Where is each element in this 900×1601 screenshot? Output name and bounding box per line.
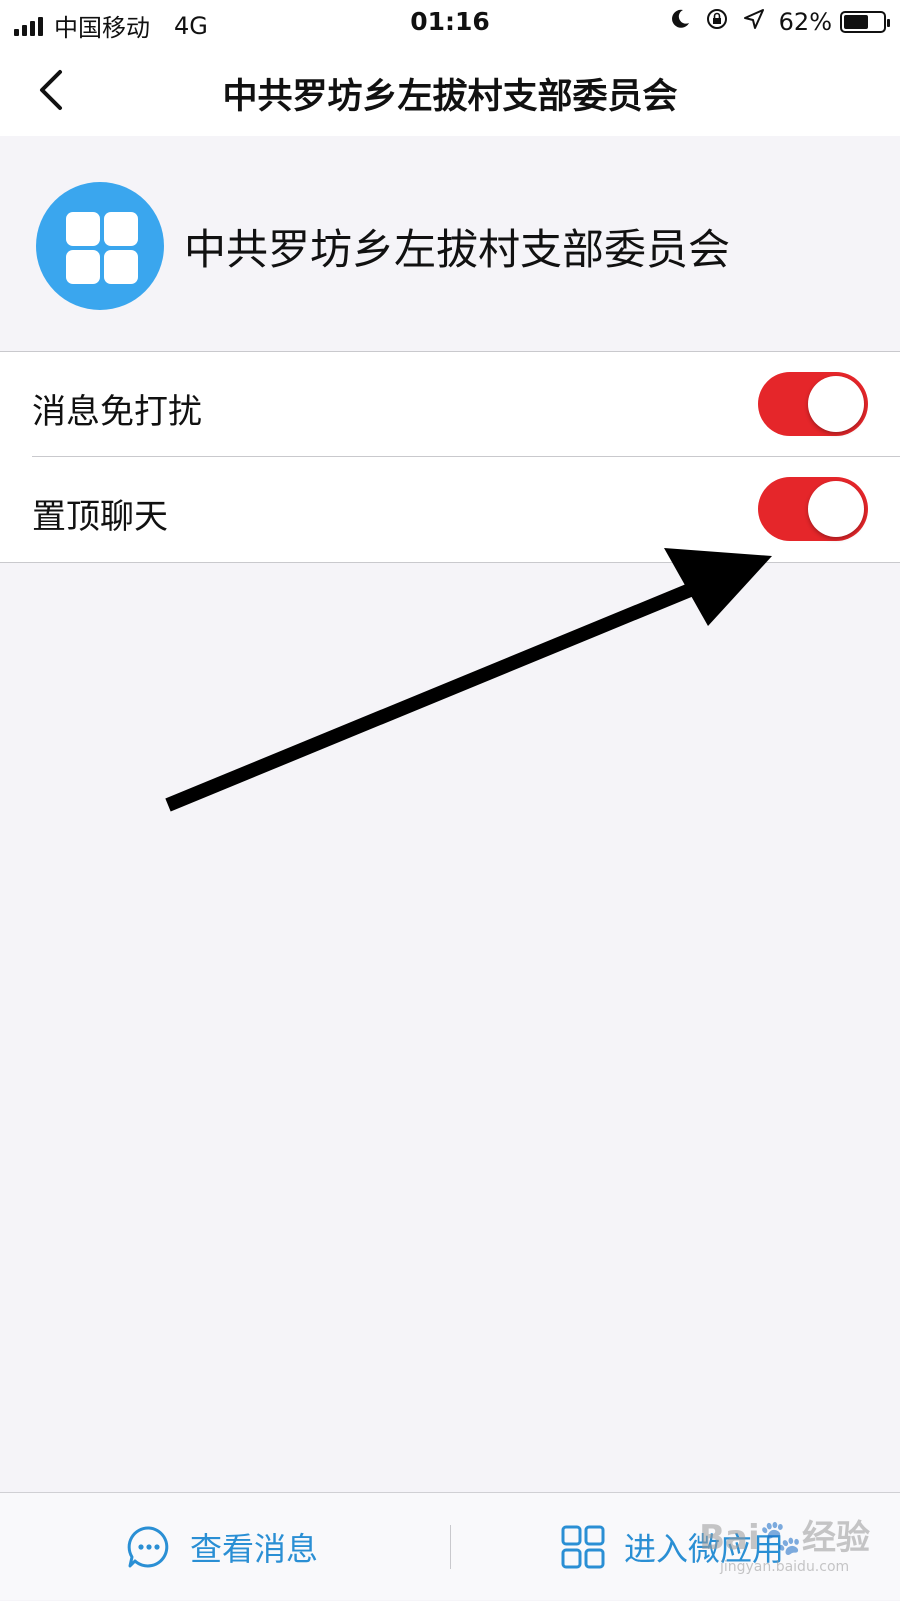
toggle-knob xyxy=(808,376,864,432)
profile-header: 中共罗坊乡左拔村支部委员会 xyxy=(0,136,900,351)
battery-icon xyxy=(840,11,890,33)
settings-group: 消息免打扰 置顶聊天 xyxy=(0,351,900,563)
setting-row-pin-chat: 置顶聊天 xyxy=(0,457,900,561)
nav-bar: 中共罗坊乡左拔村支部委员会 xyxy=(0,44,900,136)
setting-label: 消息免打扰 xyxy=(32,392,202,432)
pin-chat-toggle[interactable] xyxy=(758,477,868,541)
status-bar: 中国移动 4G 01:16 62% xyxy=(0,0,900,44)
bottom-bar: 查看消息 进入微应用 xyxy=(0,1492,900,1600)
avatar[interactable] xyxy=(36,182,164,310)
battery-percent: 62% xyxy=(778,8,832,36)
moon-icon xyxy=(669,8,691,36)
status-right: 62% xyxy=(669,7,890,37)
setting-row-do-not-disturb: 消息免打扰 xyxy=(0,352,900,457)
rotation-lock-icon xyxy=(705,7,729,37)
chat-bubble-icon xyxy=(127,1526,169,1568)
page-title: 中共罗坊乡左拔村支部委员会 xyxy=(222,77,678,117)
location-icon xyxy=(743,8,765,36)
setting-label: 置顶聊天 xyxy=(32,497,168,537)
view-messages-button[interactable]: 查看消息 xyxy=(126,1493,318,1601)
battery-fill xyxy=(844,15,868,29)
bottom-divider xyxy=(450,1525,451,1569)
enter-app-label: 进入微应用 xyxy=(624,1530,785,1568)
do-not-disturb-toggle[interactable] xyxy=(758,372,868,436)
enter-app-button[interactable]: 进入微应用 xyxy=(560,1493,784,1601)
view-messages-label: 查看消息 xyxy=(190,1530,319,1568)
toggle-knob xyxy=(808,481,864,537)
profile-name: 中共罗坊乡左拔村支部委员会 xyxy=(184,225,731,274)
grid-apps-icon xyxy=(561,1525,605,1569)
